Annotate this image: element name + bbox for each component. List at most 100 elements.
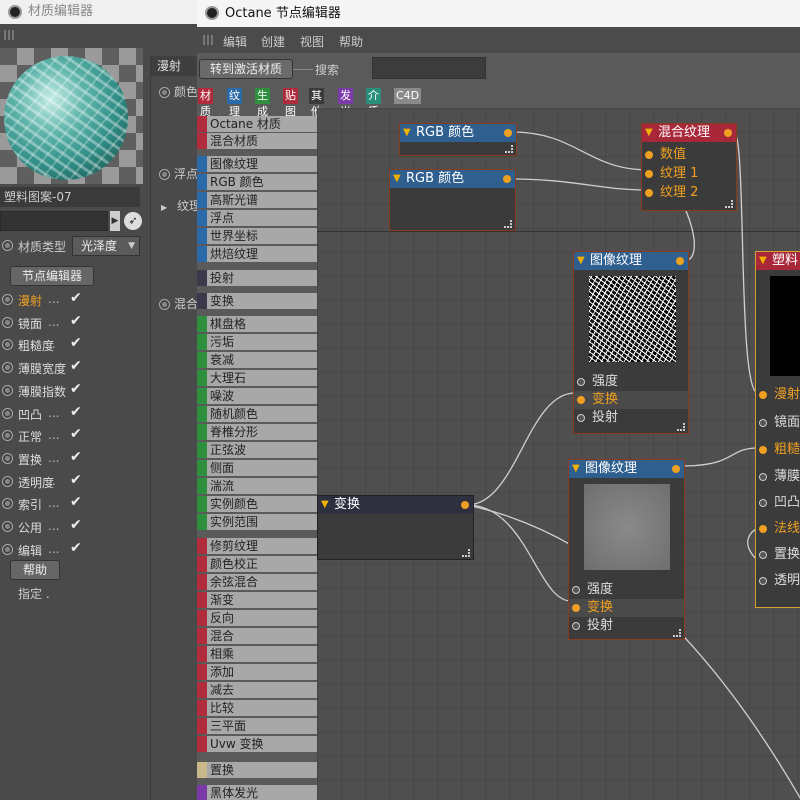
output-pin-icon[interactable] (672, 465, 680, 473)
grip-icon[interactable] (4, 30, 16, 40)
channel-row[interactable]: 透明度.. ✔ (0, 472, 150, 492)
category-tab[interactable]: 生成 (255, 88, 270, 118)
resize-handle-icon[interactable] (673, 629, 681, 637)
channel-row[interactable]: 镜面... ✔ (0, 313, 150, 333)
palette-item[interactable]: 渐变 (197, 592, 317, 609)
category-tab[interactable]: 介质 (366, 88, 381, 118)
check-icon[interactable]: ✔ (70, 540, 82, 556)
menu-help[interactable]: 帮助 (339, 33, 363, 50)
palette-item[interactable]: 脊椎分形 (197, 424, 317, 441)
channel-row[interactable]: 编辑... ✔ (0, 540, 150, 560)
input-pin-icon[interactable] (577, 378, 585, 386)
output-pin-icon[interactable] (676, 257, 684, 265)
collapse-icon[interactable]: ▼ (321, 496, 329, 514)
pin-displacement[interactable]: 置换 (756, 546, 800, 564)
radio-icon[interactable] (2, 294, 13, 305)
palette-item[interactable]: 黑体发光 (197, 785, 317, 800)
category-tab[interactable]: 纹理 (227, 88, 242, 118)
palette-item[interactable]: 实例范围 (197, 514, 317, 531)
palette-item[interactable]: Uvw 变换 (197, 736, 317, 753)
palette-item[interactable]: 相乘 (197, 646, 317, 663)
pick-cursor-icon[interactable]: ➶ (124, 212, 142, 230)
node-header[interactable]: ▼ 图像纹理 (574, 252, 688, 270)
pin-texture-1[interactable]: 纹理 1 (642, 165, 736, 183)
node-editor-button[interactable]: 节点编辑器 (10, 266, 94, 286)
node-canvas[interactable]: ▼ RGB 颜色 ▼ RGB 颜色 ▼ 混合纹理 数值 纹理 1 纹理 2 ▼ … (317, 108, 800, 800)
texture-option[interactable]: ▶ 纹理 (161, 197, 197, 214)
palette-item[interactable]: 变换 (197, 293, 317, 310)
pin-transform[interactable]: 变换 (574, 391, 688, 409)
channel-row[interactable]: 公用... ✔ (0, 517, 150, 537)
node-rgb-color-2[interactable]: ▼ RGB 颜色 (389, 169, 516, 231)
collapse-icon[interactable]: ▼ (759, 252, 767, 270)
palette-item[interactable]: 实例颜色 (197, 496, 317, 513)
radio-icon[interactable] (2, 240, 13, 251)
check-icon[interactable]: ✔ (70, 449, 82, 465)
palette-item[interactable]: 噪波 (197, 388, 317, 405)
radio-icon[interactable] (2, 498, 13, 510)
pin-diffuse[interactable]: 漫射 (756, 386, 800, 404)
channel-row[interactable]: 凹凸... ✔ (0, 404, 150, 424)
output-pin-icon[interactable] (461, 501, 469, 509)
palette-item[interactable]: 湍流 (197, 478, 317, 495)
resize-handle-icon[interactable] (505, 145, 513, 153)
category-tab[interactable]: 材质 (198, 88, 213, 118)
menu-view[interactable]: 视图 (300, 33, 324, 50)
pin-texture-2[interactable]: 纹理 2 (642, 184, 736, 202)
collapse-icon[interactable]: ▼ (572, 460, 580, 478)
node-mix-texture[interactable]: ▼ 混合纹理 数值 纹理 1 纹理 2 (641, 123, 737, 211)
palette-item[interactable]: 正弦波 (197, 442, 317, 459)
pin-film[interactable]: 薄膜 (756, 468, 800, 486)
check-icon[interactable]: ✔ (70, 494, 82, 510)
palette-item[interactable]: 三平面 (197, 718, 317, 735)
check-icon[interactable]: ✔ (70, 517, 82, 533)
pin-roughness[interactable]: 粗糙 (756, 441, 800, 459)
pin-projection[interactable]: 投射 (569, 617, 684, 635)
palette-item[interactable]: 世界坐标 (197, 228, 317, 245)
node-header[interactable]: ▼ RGB 颜色 (390, 170, 515, 188)
input-pin-icon[interactable] (577, 414, 585, 422)
menu-create[interactable]: 创建 (261, 33, 285, 50)
palette-item[interactable]: 混合 (197, 628, 317, 645)
palette-item[interactable]: 侧面 (197, 460, 317, 477)
check-icon[interactable]: ✔ (70, 426, 82, 442)
node-transform[interactable]: ▼ 变换 (317, 495, 474, 560)
palette-item[interactable]: Octane 材质 (197, 116, 317, 133)
channel-row[interactable]: 薄膜指数 ✔ (0, 381, 150, 401)
node-header[interactable]: ▼ 变换 (318, 496, 473, 514)
channel-row[interactable]: 薄膜宽度 ✔ (0, 358, 150, 378)
palette-item[interactable]: 大理石 (197, 370, 317, 387)
resize-handle-icon[interactable] (462, 549, 470, 557)
palette-item[interactable]: 随机颜色 (197, 406, 317, 423)
check-icon[interactable]: ✔ (70, 358, 82, 374)
output-pin-icon[interactable] (504, 129, 512, 137)
palette-item[interactable]: 浮点 (197, 210, 317, 227)
resize-handle-icon[interactable] (677, 423, 685, 431)
node-header[interactable]: ▼ RGB 颜色 (400, 124, 516, 142)
pin-strength[interactable]: 强度 (569, 581, 684, 599)
input-pin-icon[interactable] (645, 151, 653, 159)
pin-specular[interactable]: 镜面 (756, 414, 800, 432)
channel-row[interactable]: 粗糙度.. ✔ (0, 335, 150, 355)
check-icon[interactable]: ✔ (70, 381, 82, 397)
menu-edit[interactable]: 编辑 (223, 33, 247, 50)
check-icon[interactable]: ✔ (70, 313, 82, 329)
node-header[interactable]: ▼ 混合纹理 (642, 124, 736, 142)
category-tab[interactable]: 发光 (338, 88, 353, 118)
radio-icon[interactable] (2, 452, 13, 464)
palette-item[interactable]: 减去 (197, 682, 317, 699)
collapse-icon[interactable]: ▼ (403, 124, 411, 142)
input-pin-icon[interactable] (759, 577, 767, 585)
palette-item[interactable]: 添加 (197, 664, 317, 681)
palette-item[interactable]: RGB 颜色 (197, 174, 317, 191)
check-icon[interactable]: ✔ (70, 404, 82, 420)
node-image-texture-1[interactable]: ▼ 图像纹理 强度 变换 投射 (573, 251, 689, 434)
check-icon[interactable]: ✔ (70, 335, 82, 351)
channel-row[interactable]: 置换... ✔ (0, 449, 150, 469)
palette-item[interactable]: 比较 (197, 700, 317, 717)
palette-item[interactable]: 图像纹理 (197, 156, 317, 173)
palette-item[interactable]: 衰减 (197, 352, 317, 369)
palette-item[interactable]: 置换 (197, 762, 317, 779)
palette-item[interactable]: 反向 (197, 610, 317, 627)
radio-icon[interactable] (2, 407, 13, 419)
